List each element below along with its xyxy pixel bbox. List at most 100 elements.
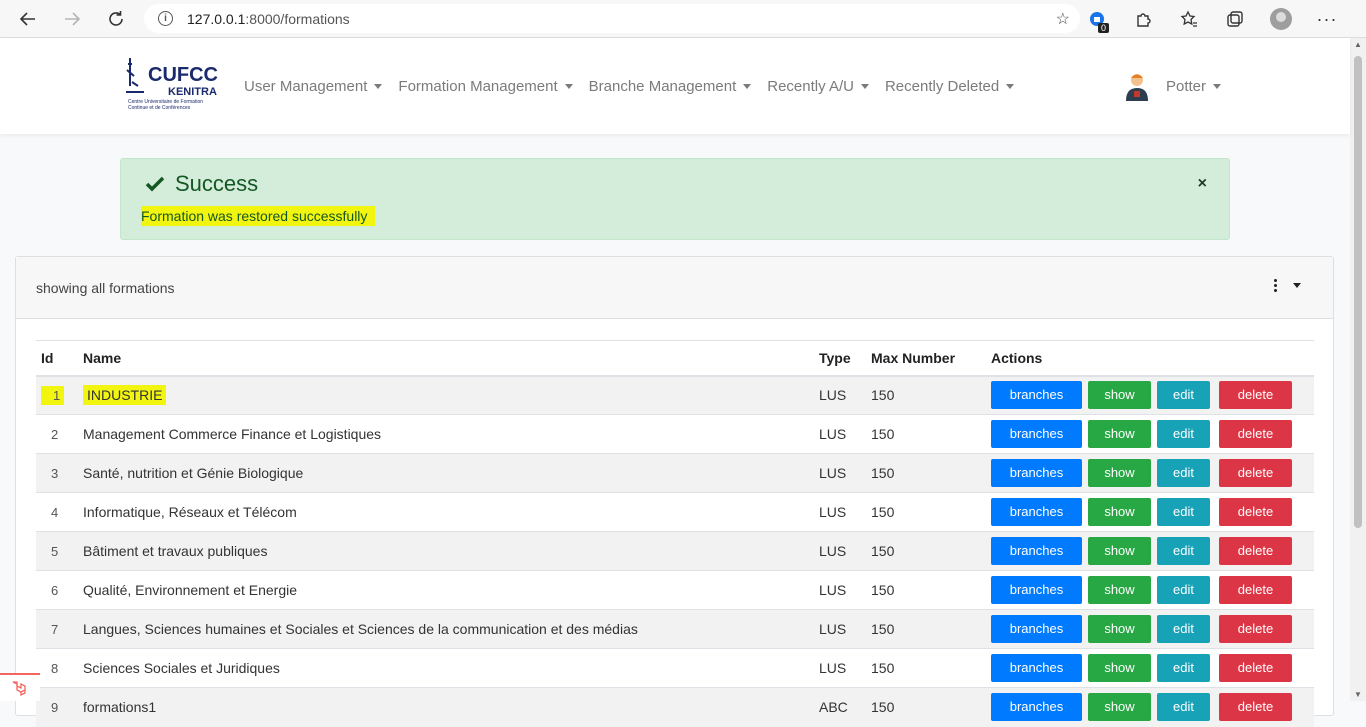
puzzle-icon[interactable] — [1120, 0, 1166, 38]
profile-avatar-icon[interactable] — [1258, 0, 1304, 38]
row-actions: branches show edit delete — [986, 570, 1314, 610]
edit-button[interactable]: edit — [1157, 615, 1210, 643]
row-id-text: 6 — [51, 583, 59, 598]
row-id-text: 8 — [51, 661, 59, 676]
col-actions-header: Actions — [986, 340, 1314, 377]
nav-user-management[interactable]: User Management — [244, 77, 383, 95]
branches-button[interactable]: branches — [991, 576, 1082, 604]
show-button[interactable]: show — [1088, 459, 1151, 487]
table-row: 2 Management Commerce Finance et Logisti… — [36, 414, 1314, 454]
back-arrow-icon[interactable] — [13, 4, 43, 34]
address-bar[interactable]: i 127.0.0.1:8000/formations ☆ — [144, 4, 1080, 33]
logo-mark-icon — [126, 58, 144, 93]
row-name: INDUSTRIE — [78, 375, 814, 415]
favorites-icon[interactable] — [1166, 0, 1212, 38]
user-name-label: Potter — [1166, 77, 1207, 95]
edit-button[interactable]: edit — [1157, 498, 1210, 526]
reload-icon[interactable] — [101, 4, 131, 34]
row-type: LUS — [814, 648, 866, 688]
cufcc-logo[interactable]: CUFCC KENITRA Centre Universitaire de Fo… — [120, 52, 220, 116]
row-type: LUS — [814, 492, 866, 532]
row-id-text: 4 — [51, 505, 59, 520]
nav-recently-au[interactable]: Recently A/U — [767, 78, 869, 95]
delete-button[interactable]: delete — [1219, 537, 1292, 565]
delete-button[interactable]: delete — [1219, 459, 1292, 487]
alert-message: Formation was restored successfully — [141, 206, 376, 226]
close-icon[interactable]: × — [1198, 175, 1207, 193]
edit-button[interactable]: edit — [1157, 381, 1210, 410]
edit-button[interactable]: edit — [1157, 420, 1210, 448]
branches-button[interactable]: branches — [991, 381, 1082, 410]
branches-button[interactable]: branches — [991, 537, 1082, 565]
branches-button[interactable]: branches — [991, 654, 1082, 682]
row-type: LUS — [814, 570, 866, 610]
scroll-thumb[interactable] — [1354, 56, 1362, 528]
show-button[interactable]: show — [1088, 693, 1151, 722]
branches-button[interactable]: branches — [991, 498, 1082, 526]
logo-tagline: Centre Universitaire de Formation Contin… — [128, 99, 204, 111]
delete-button[interactable]: delete — [1219, 576, 1292, 604]
col-name-header: Name — [78, 340, 814, 377]
caret-down-icon — [1213, 83, 1222, 89]
delete-button[interactable]: delete — [1219, 420, 1292, 448]
delete-button[interactable]: delete — [1219, 654, 1292, 682]
nav-branche-management[interactable]: Branche Management — [589, 78, 752, 95]
show-button[interactable]: show — [1088, 654, 1151, 682]
show-button[interactable]: show — [1088, 498, 1151, 526]
row-id-text: 2 — [51, 427, 59, 442]
edit-button[interactable]: edit — [1157, 537, 1210, 565]
user-name[interactable]: Potter — [1166, 77, 1222, 95]
card-options-dropdown[interactable] — [1274, 279, 1301, 292]
edit-button[interactable]: edit — [1157, 654, 1210, 682]
row-id: 6 — [36, 570, 78, 610]
card-header: showing all formations — [16, 257, 1333, 319]
table-body: 1 INDUSTRIE LUS 150 branches show edit dele… — [36, 375, 1314, 727]
nav-recently-deleted[interactable]: Recently Deleted — [885, 78, 1015, 95]
row-max: 150 — [866, 531, 986, 571]
row-actions: branches show edit delete — [986, 492, 1314, 532]
show-button[interactable]: show — [1088, 381, 1151, 410]
nav-item-label: Recently A/U — [767, 77, 854, 95]
col-type-header: Type — [814, 340, 866, 377]
row-actions: branches show edit delete — [986, 453, 1314, 493]
site-info-icon[interactable]: i — [158, 11, 173, 26]
add-favorite-icon[interactable]: ☆ — [1056, 9, 1070, 29]
delete-button[interactable]: delete — [1219, 498, 1292, 526]
more-options-icon[interactable]: ··· — [1304, 0, 1350, 38]
row-id-text: 1 — [41, 386, 65, 406]
show-button[interactable]: show — [1088, 615, 1151, 643]
row-name: Sciences Sociales et Juridiques — [78, 648, 814, 688]
forward-arrow-icon[interactable] — [57, 4, 87, 34]
show-button[interactable]: show — [1088, 420, 1151, 448]
row-id: 4 — [36, 492, 78, 532]
check-icon — [145, 176, 165, 192]
nav-formation-management[interactable]: Formation Management — [398, 78, 573, 95]
delete-button[interactable]: delete — [1219, 615, 1292, 643]
edit-button[interactable]: edit — [1157, 459, 1210, 487]
edit-button[interactable]: edit — [1157, 693, 1210, 722]
branches-button[interactable]: branches — [991, 420, 1082, 448]
delete-button[interactable]: delete — [1219, 381, 1292, 410]
nav-item-label: User Management — [244, 77, 368, 95]
delete-button[interactable]: delete — [1219, 693, 1292, 722]
row-max: 150 — [866, 609, 986, 649]
show-button[interactable]: show — [1088, 537, 1151, 565]
table-row: 3 Santé, nutrition et Génie Biologique L… — [36, 453, 1314, 493]
table-row: 7 Langues, Sciences humaines et Sociales… — [36, 609, 1314, 649]
page-scrollbar[interactable]: ▲ ▼ — [1350, 38, 1366, 701]
show-button[interactable]: show — [1088, 576, 1151, 604]
edit-button[interactable]: edit — [1157, 576, 1210, 604]
scroll-up-icon[interactable]: ▲ — [1354, 40, 1362, 49]
user-menu[interactable]: Potter — [1122, 71, 1222, 101]
branches-button[interactable]: branches — [991, 693, 1082, 722]
extension-icon[interactable]: 0 — [1074, 0, 1120, 38]
row-id-text: 7 — [51, 622, 59, 637]
app-navbar: CUFCC KENITRA Centre Universitaire de Fo… — [0, 38, 1350, 134]
collections-icon[interactable] — [1212, 0, 1258, 38]
laravel-debug-badge[interactable] — [0, 673, 40, 701]
logo-title: CUFCC — [148, 64, 218, 86]
row-name-text: INDUSTRIE — [83, 385, 167, 406]
scroll-down-icon[interactable]: ▼ — [1354, 690, 1362, 699]
branches-button[interactable]: branches — [991, 615, 1082, 643]
branches-button[interactable]: branches — [991, 459, 1082, 487]
